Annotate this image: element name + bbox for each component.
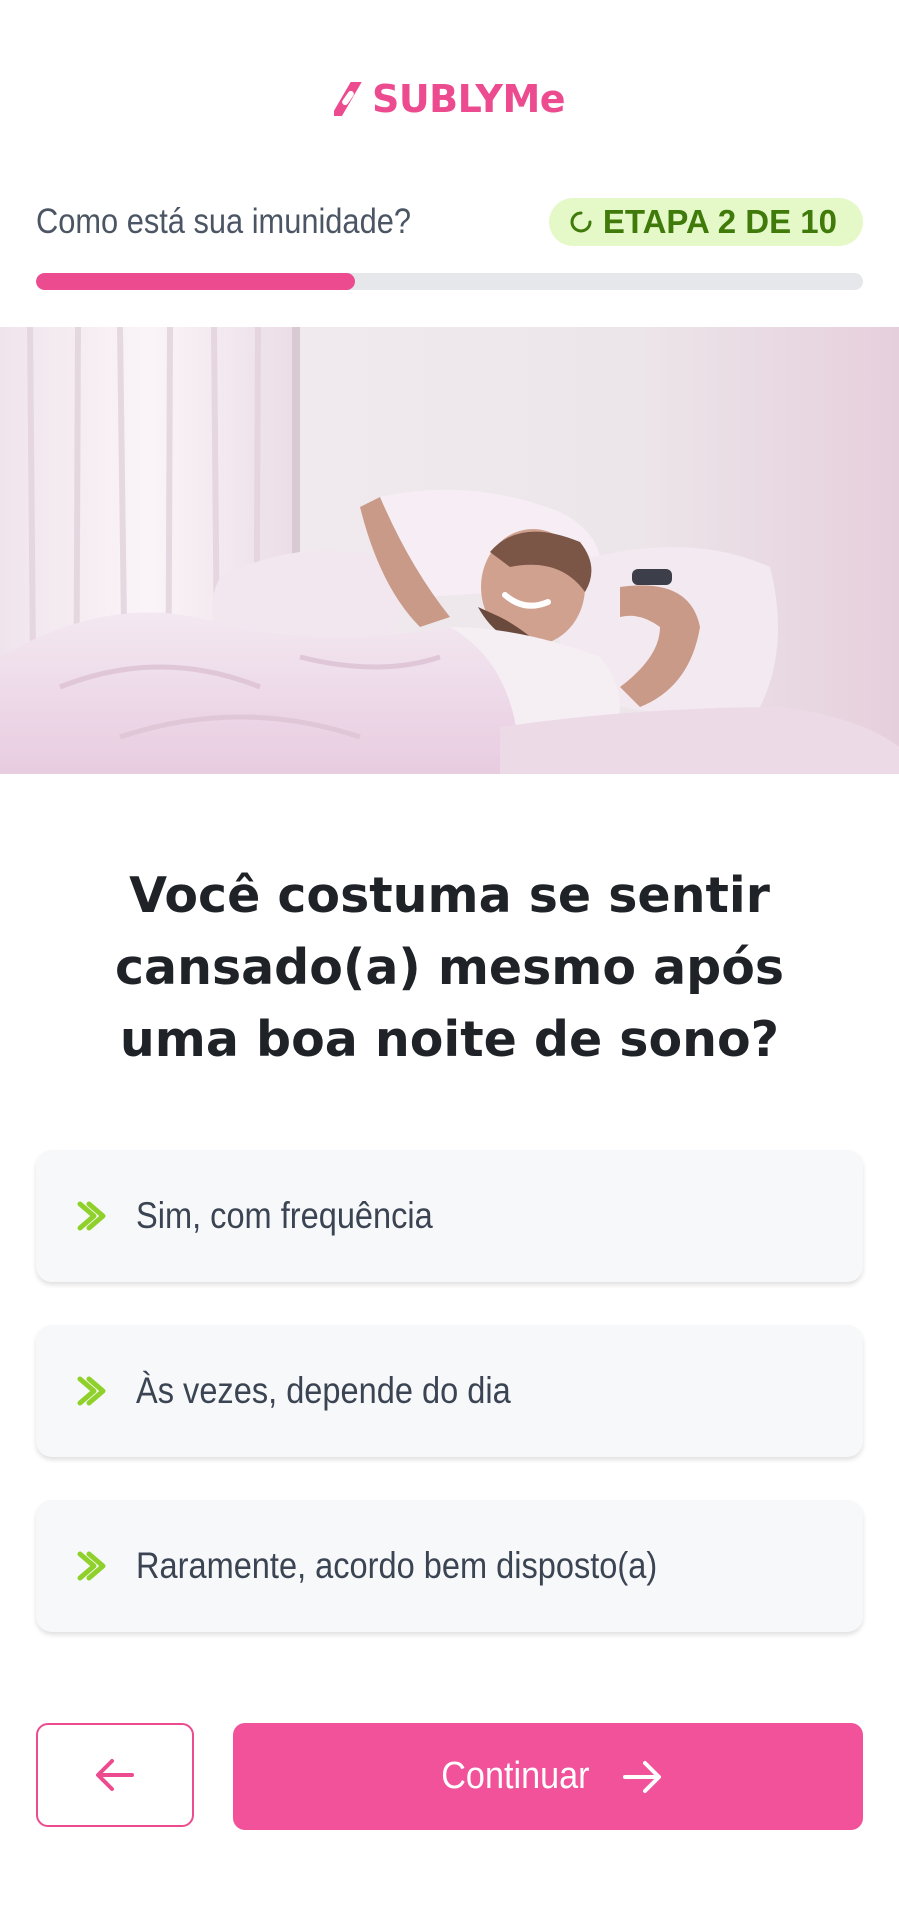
step-header: Como está sua imunidade? ETAPA 2 DE 10: [36, 196, 863, 248]
back-button[interactable]: [36, 1723, 194, 1827]
continue-label: Continuar: [440, 1755, 590, 1797]
arrow-right-icon: [623, 1760, 662, 1793]
option-rarely[interactable]: Raramente, acordo bem disposto(a): [36, 1500, 863, 1632]
option-often[interactable]: Sim, com frequência: [36, 1150, 863, 1282]
continue-button[interactable]: Continuar: [233, 1723, 863, 1830]
brand-name: SUBLYMe: [371, 77, 566, 121]
option-label: Às vezes, depende do dia: [136, 1370, 511, 1411]
arrow-left-icon: [96, 1759, 134, 1791]
step-badge: ETAPA 2 DE 10: [548, 198, 863, 246]
hero-illustration: [0, 327, 899, 774]
chevron-double-right-icon: [77, 1201, 106, 1231]
chevron-double-right-icon: [77, 1376, 106, 1406]
option-sometimes[interactable]: Às vezes, depende do dia: [36, 1325, 863, 1457]
question-title: Você costuma se sentir cansado(a) mesmo …: [114, 867, 785, 1068]
step-question: Como está sua imunidade?: [36, 202, 411, 241]
step-badge-label: ETAPA 2 DE 10: [602, 203, 837, 240]
progress-bar-fill: [36, 273, 356, 290]
option-label: Sim, com frequência: [136, 1195, 433, 1236]
chevron-double-right-icon: [77, 1551, 106, 1581]
spinner-icon: [570, 211, 592, 233]
hero-image: [0, 327, 899, 774]
progress-bar: [36, 273, 863, 290]
brand-logo: SUBLYMe: [0, 74, 899, 124]
option-label: Raramente, acordo bem disposto(a): [136, 1545, 658, 1586]
logo-mark-icon: [333, 82, 362, 116]
